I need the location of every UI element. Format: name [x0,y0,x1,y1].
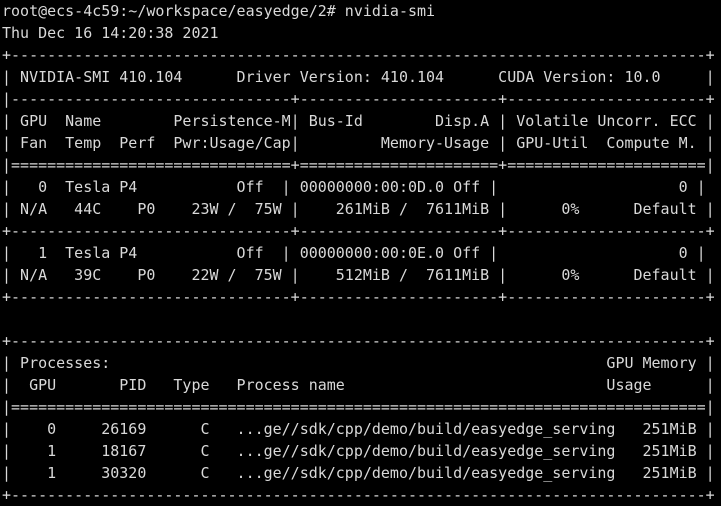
terminal-window[interactable]: root@ecs-4c59:~/workspace/easyedge/2# nv… [0,0,721,504]
device-table-divider-1: |-------------------------------+-------… [2,90,715,108]
table-row: | 1 18167 C ...ge//sdk/cpp/demo/build/ea… [2,442,715,460]
device-table-bottom-border: +-------------------------------+-------… [2,288,715,306]
processes-title-line: | Processes: GPU Memory | [2,354,715,372]
table-row: | 0 Tesla P4 Off | 00000000:00:0D.0 Off … [2,178,706,196]
device-table-header-row-1: | GPU Name Persistence-M| Bus-Id Disp.A … [2,112,715,130]
spacer-line [0,308,721,330]
processes-table-top-border: +---------------------------------------… [2,332,715,350]
processes-table-header-row: | GPU PID Type Process name Usage | [2,376,715,394]
device-table-top-border: +---------------------------------------… [2,46,715,64]
table-row: | N/A 39C P0 22W / 75W | 512MiB / 7611Mi… [2,266,715,284]
command-timestamp-line: Thu Dec 16 14:20:38 2021 [2,24,219,42]
device-table-header-row-2: | Fan Temp Perf Pwr:Usage/Cap| Memory-Us… [2,134,715,152]
shell-prompt-line: root@ecs-4c59:~/workspace/easyedge/2# nv… [2,2,436,20]
device-table-header-separator: |===============================+=======… [2,156,715,174]
processes-table-bottom-border: +---------------------------------------… [2,486,715,504]
device-table-row-divider: +-------------------------------+-------… [2,222,715,240]
smi-version-header-line: | NVIDIA-SMI 410.104 Driver Version: 410… [2,68,715,86]
table-row: | 1 Tesla P4 Off | 00000000:00:0E.0 Off … [2,244,706,262]
processes-table-header-separator: |=======================================… [2,398,715,416]
table-row: | 0 26169 C ...ge//sdk/cpp/demo/build/ea… [2,420,715,438]
table-row: | N/A 44C P0 23W / 75W | 261MiB / 7611Mi… [2,200,715,218]
table-row: | 1 30320 C ...ge//sdk/cpp/demo/build/ea… [2,464,715,482]
